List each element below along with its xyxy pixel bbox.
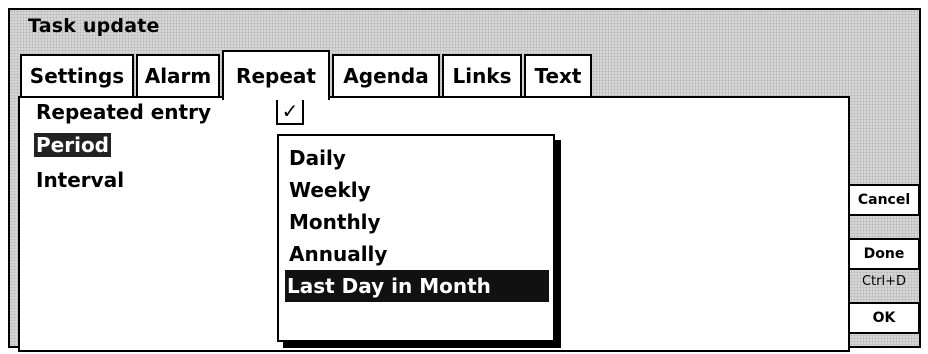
repeated-entry-checkbox[interactable]: ✓	[276, 98, 304, 125]
tab-text[interactable]: Text	[524, 54, 592, 96]
tab-repeat[interactable]: Repeat	[222, 50, 330, 100]
period-option-daily[interactable]: Daily	[287, 142, 346, 174]
period-option-last-day-in-month[interactable]: Last Day in Month	[285, 270, 549, 302]
interval-label: Interval	[36, 168, 125, 192]
tab-agenda[interactable]: Agenda	[332, 54, 440, 96]
cancel-button[interactable]: Cancel	[848, 184, 920, 216]
dialog-title: Task update	[28, 15, 160, 37]
tab-links[interactable]: Links	[442, 54, 522, 96]
done-button[interactable]: Done	[848, 238, 920, 270]
period-option-weekly[interactable]: Weekly	[287, 174, 371, 206]
tab-settings[interactable]: Settings	[20, 54, 134, 96]
repeated-entry-label: Repeated entry	[36, 100, 212, 124]
period-label: Period	[34, 133, 111, 157]
period-dropdown[interactable]: Daily Weekly Monthly Annually Last Day i…	[277, 134, 555, 342]
period-option-annually[interactable]: Annually	[287, 238, 387, 270]
tab-alarm[interactable]: Alarm	[136, 54, 220, 96]
done-shortcut-hint: Ctrl+D	[861, 274, 907, 289]
ok-button[interactable]: OK	[848, 302, 920, 334]
period-option-monthly[interactable]: Monthly	[287, 206, 381, 238]
